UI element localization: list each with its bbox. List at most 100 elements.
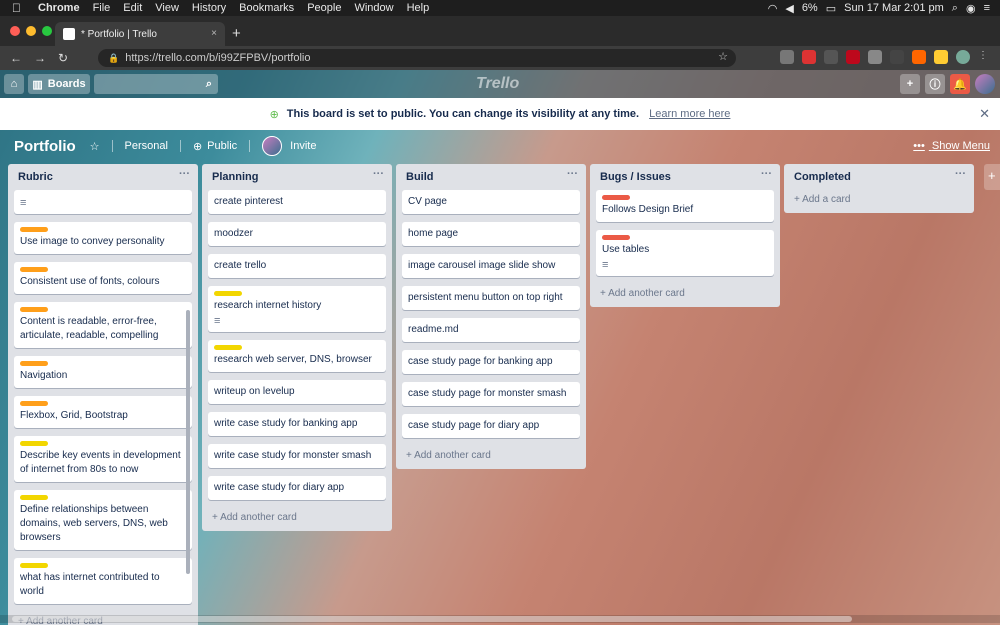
show-menu-button[interactable]: ••• Show Menu xyxy=(913,140,990,152)
menu-app-name[interactable]: Chrome xyxy=(38,2,80,14)
learn-more-link[interactable]: Learn more here xyxy=(649,108,730,120)
star-board-button[interactable]: ☆ xyxy=(90,140,100,153)
card-label[interactable] xyxy=(602,195,630,200)
extension-note-icon[interactable] xyxy=(934,50,948,64)
extension-b-icon[interactable] xyxy=(912,50,926,64)
apple-menu-icon[interactable]:  xyxy=(12,1,26,15)
menu-file[interactable]: File xyxy=(93,2,111,14)
clock[interactable]: Sun 17 Mar 2:01 pm xyxy=(844,2,944,14)
list-menu-icon[interactable]: ··· xyxy=(179,168,190,180)
extension-dark-icon[interactable] xyxy=(890,50,904,64)
list-card[interactable]: create trello xyxy=(208,254,386,278)
list-card[interactable]: research internet history ≡ xyxy=(208,286,386,332)
close-window-button[interactable] xyxy=(10,26,20,36)
list-header[interactable]: Planning ··· xyxy=(202,164,392,190)
extension-pen-icon[interactable] xyxy=(824,50,838,64)
list-card[interactable]: what has internet contributed to world xyxy=(14,558,192,604)
menu-help[interactable]: Help xyxy=(407,2,430,14)
list-title[interactable]: Planning xyxy=(212,171,258,183)
visibility-button[interactable]: ⊕ Public xyxy=(193,140,237,153)
zoom-window-button[interactable] xyxy=(42,26,52,36)
add-card-button[interactable]: + Add a card xyxy=(784,190,974,213)
list-card[interactable]: Follows Design Brief xyxy=(596,190,774,222)
list-menu-icon[interactable]: ··· xyxy=(955,168,966,180)
list-header[interactable]: Rubric ··· xyxy=(8,164,198,190)
avatar[interactable] xyxy=(262,136,283,156)
lock-icon[interactable]: 🔒 xyxy=(108,53,119,64)
list-card[interactable]: case study page for monster smash xyxy=(402,382,580,406)
trello-logo[interactable]: Trello xyxy=(476,75,519,93)
menu-bookmarks[interactable]: Bookmarks xyxy=(239,2,294,14)
invite-button[interactable]: Invite xyxy=(290,140,316,152)
menu-history[interactable]: History xyxy=(192,2,226,14)
browser-tab[interactable]: * Portfolio | Trello × xyxy=(55,22,225,46)
list-header[interactable]: Bugs / Issues ··· xyxy=(590,164,780,190)
extension-red-icon[interactable] xyxy=(802,50,816,64)
card-label[interactable] xyxy=(20,401,48,406)
add-card-button[interactable]: + Add another card xyxy=(590,284,780,307)
list-title[interactable]: Build xyxy=(406,171,434,183)
add-list-button[interactable]: + xyxy=(984,164,1000,190)
list-card[interactable]: Flexbox, Grid, Bootstrap xyxy=(14,396,192,428)
list-card[interactable]: readme.md xyxy=(402,318,580,342)
list-card[interactable]: image carousel image slide show xyxy=(402,254,580,278)
scrollbar-thumb[interactable] xyxy=(12,616,852,622)
add-card-button[interactable]: + Add another card xyxy=(202,508,392,531)
menu-edit[interactable]: Edit xyxy=(123,2,142,14)
volume-icon[interactable]: ◀ xyxy=(785,2,793,15)
board-horizontal-scrollbar[interactable] xyxy=(0,615,1000,623)
list-card[interactable]: writeup on levelup xyxy=(208,380,386,404)
battery-icon[interactable]: ▭ xyxy=(826,2,836,15)
list-title[interactable]: Bugs / Issues xyxy=(600,171,671,183)
new-tab-button[interactable]: + xyxy=(232,25,241,42)
boards-button[interactable]: ▥ Boards xyxy=(28,74,90,94)
extension-gear-icon[interactable] xyxy=(780,50,794,64)
menu-people[interactable]: People xyxy=(307,2,341,14)
list-card[interactable]: Content is readable, error-free, articul… xyxy=(14,302,192,348)
card-label[interactable] xyxy=(20,441,48,446)
board-title[interactable]: Portfolio xyxy=(14,138,76,155)
list-title[interactable]: Rubric xyxy=(18,171,53,183)
card-label[interactable] xyxy=(20,227,48,232)
list-card[interactable]: case study page for diary app xyxy=(402,414,580,438)
card-label[interactable] xyxy=(20,361,48,366)
list-card[interactable]: CV page xyxy=(402,190,580,214)
info-button[interactable]: ⓘ xyxy=(925,74,945,94)
profile-avatar-icon[interactable] xyxy=(956,50,970,64)
extension-shield-icon[interactable] xyxy=(868,50,882,64)
menu-view[interactable]: View xyxy=(155,2,179,14)
list-card[interactable]: ≡ xyxy=(14,190,192,214)
list-card[interactable]: Define relationships between domains, we… xyxy=(14,490,192,550)
wifi-icon[interactable]: ◠ xyxy=(768,2,778,15)
close-banner-icon[interactable]: ✕ xyxy=(979,106,990,122)
address-bar[interactable]: 🔒 https://trello.com/b/i99ZFPBV/portfoli… xyxy=(98,49,736,67)
list-header[interactable]: Completed ··· xyxy=(784,164,974,190)
search-icon[interactable]: ⌕ xyxy=(952,2,958,15)
list-card[interactable]: case study page for banking app xyxy=(402,350,580,374)
more-menu-icon[interactable]: ⋮ xyxy=(978,50,992,64)
list-menu-icon[interactable]: ··· xyxy=(373,168,384,180)
list-card[interactable]: Describe key events in development of in… xyxy=(14,436,192,482)
forward-icon[interactable]: → xyxy=(34,51,48,65)
add-card-button[interactable]: + Add another card xyxy=(396,446,586,469)
home-button[interactable]: ⌂ xyxy=(4,74,24,94)
notification-center-icon[interactable]: ≡ xyxy=(984,2,990,14)
list-card[interactable]: persistent menu button on top right xyxy=(402,286,580,310)
card-label[interactable] xyxy=(602,235,630,240)
list-card[interactable]: write case study for monster smash xyxy=(208,444,386,468)
reload-icon[interactable]: ↻ xyxy=(58,51,72,65)
member-avatar[interactable] xyxy=(975,74,995,94)
list-menu-icon[interactable]: ··· xyxy=(761,168,772,180)
pinterest-icon[interactable] xyxy=(846,50,860,64)
close-tab-icon[interactable]: × xyxy=(211,28,217,39)
card-label[interactable] xyxy=(20,563,48,568)
list-card[interactable]: moodzer xyxy=(208,222,386,246)
list-card[interactable]: create pinterest xyxy=(208,190,386,214)
card-label[interactable] xyxy=(20,495,48,500)
card-label[interactable] xyxy=(214,291,242,296)
siri-icon[interactable]: ◉ xyxy=(966,2,976,15)
card-label[interactable] xyxy=(214,345,242,350)
list-scrollbar[interactable] xyxy=(186,310,190,574)
team-button[interactable]: Personal xyxy=(125,140,168,152)
create-button[interactable]: + xyxy=(900,74,920,94)
